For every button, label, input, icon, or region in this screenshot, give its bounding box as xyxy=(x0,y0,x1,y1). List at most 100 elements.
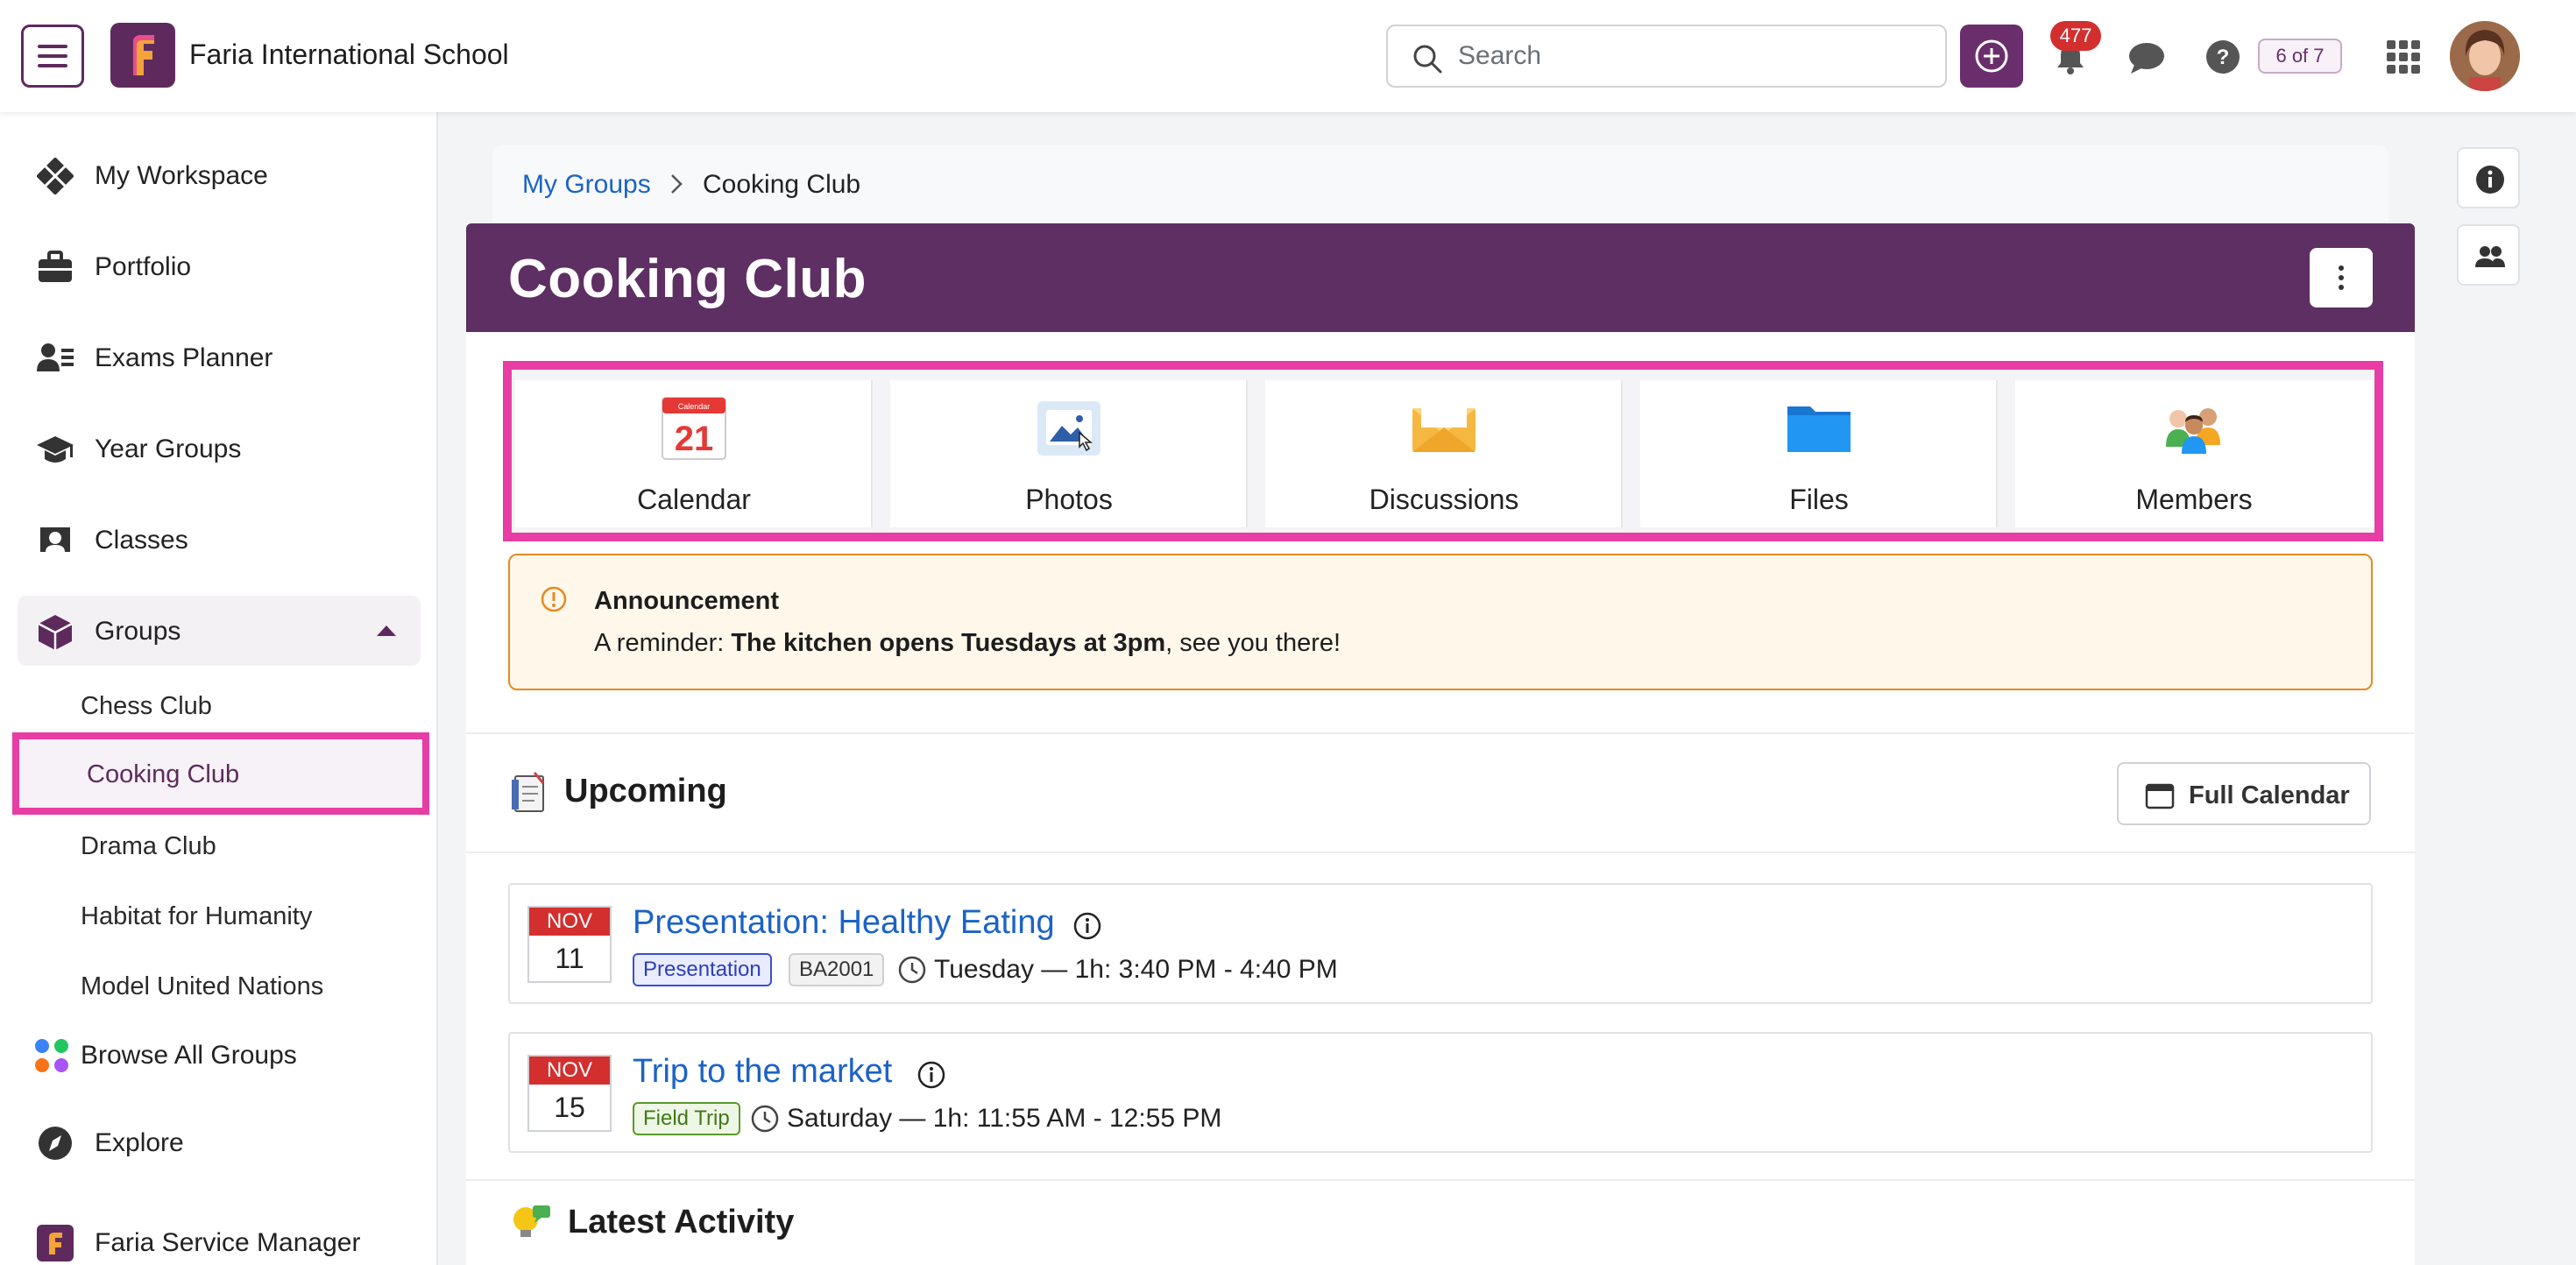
tile-photos[interactable]: Photos xyxy=(890,380,1248,527)
tile-label: Photos xyxy=(1025,484,1113,515)
cube-icon xyxy=(38,615,73,650)
announcement-banner: Announcement A reminder: The kitchen ope… xyxy=(508,554,2373,690)
event-row[interactable]: NOV 11 Presentation: Healthy Eating Pres… xyxy=(508,883,2373,1004)
sidebar-group-chess-club[interactable]: Chess Club xyxy=(18,673,421,736)
sidebar-group-model-united-nations[interactable]: Model United Nations xyxy=(18,953,421,1016)
info-icon[interactable] xyxy=(916,1060,946,1090)
add-button[interactable] xyxy=(1960,25,2023,88)
top-bar: Faria International School 477 ? 6 of 7 xyxy=(0,0,2576,112)
classes-icon xyxy=(40,527,70,552)
sidebar-item-classes[interactable]: Classes xyxy=(18,505,421,575)
people-icon xyxy=(2475,246,2505,267)
tile-members[interactable]: Members xyxy=(2015,380,2373,527)
graduation-cap-icon xyxy=(37,436,74,463)
sidebar-group-drama-club[interactable]: Drama Club xyxy=(18,813,421,876)
announcement-title: Announcement xyxy=(594,587,780,615)
announcement-suffix: , see you there! xyxy=(1165,629,1341,657)
event-row[interactable]: NOV 15 Trip to the market Field Trip Sat… xyxy=(508,1032,2373,1153)
chat-icon[interactable] xyxy=(2127,40,2166,75)
sidebar-group-habitat-for-humanity[interactable]: Habitat for Humanity xyxy=(18,883,421,946)
group-members-button[interactable] xyxy=(2457,224,2520,286)
folder-icon xyxy=(1787,406,1851,452)
breadcrumb-current: Cooking Club xyxy=(703,170,861,199)
sidebar-item-label: Faria Service Manager xyxy=(95,1228,361,1257)
sidebar-group-label: Habitat for Humanity xyxy=(81,902,313,930)
event-day: 15 xyxy=(554,1092,585,1123)
sidebar-item-exams-planner[interactable]: Exams Planner xyxy=(18,322,421,392)
sidebar: My Workspace Portfolio Exams Planner Yea… xyxy=(0,112,438,1265)
workspace-icon xyxy=(37,158,74,194)
menu-toggle-button[interactable] xyxy=(21,25,84,88)
svg-text:?: ? xyxy=(2217,46,2230,69)
sidebar-item-label: My Workspace xyxy=(95,161,268,190)
help-icon[interactable]: ? xyxy=(2204,39,2241,75)
sidebar-item-label: Groups xyxy=(95,617,181,646)
plus-circle-icon xyxy=(1975,39,2008,73)
sidebar-item-portfolio[interactable]: Portfolio xyxy=(18,231,421,301)
exam-icon xyxy=(37,343,74,371)
announcement-bold: The kitchen opens Tuesdays at 3pm xyxy=(731,629,1166,657)
sidebar-item-explore[interactable]: Explore xyxy=(18,1107,421,1177)
divider xyxy=(466,732,2415,734)
tile-label: Discussions xyxy=(1369,484,1519,515)
page-title: Cooking Club xyxy=(508,249,867,309)
info-filled-icon xyxy=(2476,166,2504,194)
sidebar-item-year-groups[interactable]: Year Groups xyxy=(18,413,421,484)
full-calendar-label: Full Calendar xyxy=(2189,781,2350,809)
notification-count-badge: 477 xyxy=(2050,21,2101,51)
tile-label: Members xyxy=(2135,484,2253,515)
event-day: 11 xyxy=(555,943,584,974)
sidebar-item-label: Classes xyxy=(95,526,188,555)
sidebar-item-groups[interactable]: Groups xyxy=(18,596,421,666)
event-title-link[interactable]: Trip to the market xyxy=(633,1053,892,1091)
full-calendar-button[interactable]: Full Calendar xyxy=(2117,762,2371,825)
sidebar-item-label: Browse All Groups xyxy=(81,1041,297,1070)
more-options-button[interactable] xyxy=(2310,248,2373,307)
browse-dots-icon xyxy=(35,1039,68,1072)
sidebar-group-label: Model United Nations xyxy=(81,972,324,1000)
activity-lightbulb-icon xyxy=(513,1205,550,1237)
tile-calendar[interactable]: Calendar 21 Calendar xyxy=(515,380,873,527)
event-room-badge: BA2001 xyxy=(789,953,885,986)
sidebar-item-faria-service-manager[interactable]: Faria Service Manager xyxy=(18,1207,421,1265)
user-avatar[interactable] xyxy=(2450,21,2520,91)
sidebar-item-my-workspace[interactable]: My Workspace xyxy=(18,140,421,210)
breadcrumb: My Groups Cooking Club xyxy=(492,145,2388,223)
event-month: NOV xyxy=(529,1057,610,1085)
school-logo[interactable] xyxy=(110,23,175,88)
chevron-right-icon xyxy=(671,174,683,194)
tile-label: Files xyxy=(1789,484,1849,515)
group-info-button[interactable] xyxy=(2457,147,2520,208)
event-date: NOV 15 xyxy=(527,1055,612,1132)
event-time: Saturday — 1h: 11:55 AM - 12:55 PM xyxy=(787,1104,1222,1133)
calendar-outline-icon xyxy=(2145,783,2175,809)
info-icon[interactable] xyxy=(1072,911,1102,941)
members-icon xyxy=(2166,408,2220,454)
tile-discussions[interactable]: Discussions xyxy=(1265,380,1623,527)
latest-activity-heading: Latest Activity xyxy=(568,1204,795,1240)
school-name[interactable]: Faria International School xyxy=(189,39,509,71)
alert-circle-icon xyxy=(541,586,567,612)
sidebar-item-label: Exams Planner xyxy=(95,343,273,372)
collapse-caret-icon xyxy=(377,625,396,636)
sidebar-group-cooking-club[interactable]: Cooking Club xyxy=(12,732,429,815)
tile-label: Calendar xyxy=(637,484,751,515)
onboarding-pager[interactable]: 6 of 7 xyxy=(2258,39,2342,74)
clock-icon xyxy=(751,1105,779,1133)
group-title-bar: Cooking Club xyxy=(466,223,2415,332)
sidebar-group-label: Chess Club xyxy=(81,692,212,720)
search-box[interactable] xyxy=(1386,25,1947,88)
sidebar-item-label: Year Groups xyxy=(95,435,242,463)
breadcrumb-my-groups-link[interactable]: My Groups xyxy=(522,170,651,200)
faria-logo-icon xyxy=(37,1225,74,1261)
apps-grid-icon[interactable] xyxy=(2387,40,2420,74)
event-date: NOV 11 xyxy=(527,906,612,983)
sidebar-item-label: Portfolio xyxy=(95,252,192,281)
group-tools-bar: Calendar 21 Calendar Photos Discussions … xyxy=(503,361,2383,541)
announcement-prefix: A reminder: xyxy=(594,629,732,657)
sidebar-item-browse-all-groups[interactable]: Browse All Groups xyxy=(18,1020,421,1090)
tile-files[interactable]: Files xyxy=(1640,380,1998,527)
search-icon xyxy=(1413,45,1442,74)
event-title-link[interactable]: Presentation: Healthy Eating xyxy=(633,904,1055,942)
search-input[interactable] xyxy=(1458,39,1931,74)
